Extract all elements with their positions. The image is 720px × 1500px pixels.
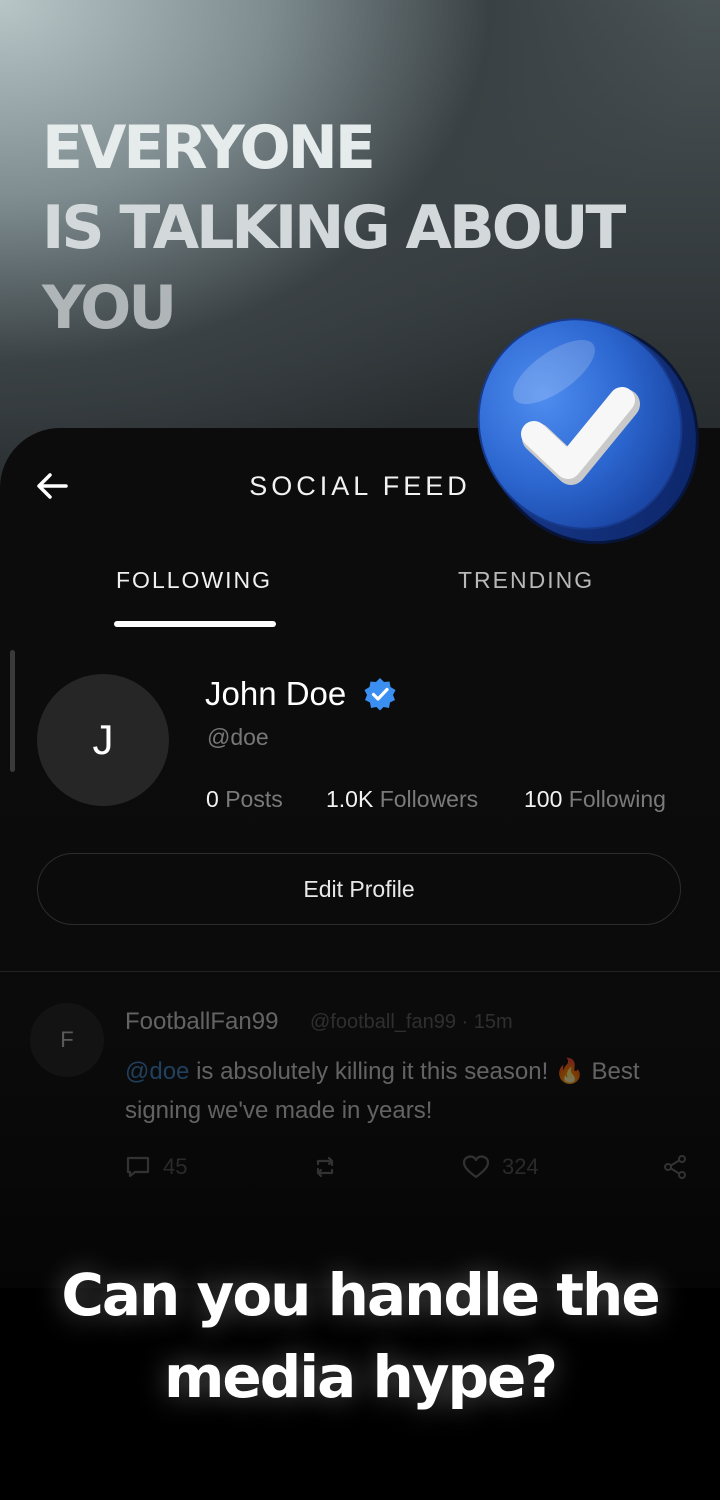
scrollbar[interactable] bbox=[10, 650, 15, 772]
tagline-line-2: media hype? bbox=[163, 1343, 558, 1411]
headline-line-1: EVERYONE bbox=[42, 113, 376, 183]
posts-label: Posts bbox=[225, 786, 283, 812]
post-text: is absolutely killing it this season! 🔥 … bbox=[125, 1058, 640, 1124]
following-label: Following bbox=[568, 786, 666, 812]
post-avatar-initial: F bbox=[60, 1027, 74, 1052]
headline-line-2: IS TALKING ABOUT bbox=[42, 193, 626, 263]
post-body: @doe is absolutely killing it this seaso… bbox=[125, 1052, 695, 1130]
repost-button[interactable] bbox=[312, 1154, 350, 1180]
app-screen-card: SOCIAL FEED FOLLOWING TRENDING J John Do… bbox=[0, 428, 720, 1288]
post-author-name[interactable]: FootballFan99 bbox=[125, 1008, 278, 1036]
post-author-avatar[interactable]: F bbox=[30, 1003, 104, 1077]
heart-icon bbox=[462, 1155, 490, 1179]
profile-handle: @doe bbox=[207, 724, 269, 750]
post-meta: @football_fan99 · 15m bbox=[310, 1011, 513, 1033]
reply-count: 45 bbox=[163, 1154, 188, 1179]
following-count: 100 bbox=[524, 786, 563, 812]
reply-button[interactable]: 45 bbox=[125, 1154, 187, 1180]
like-count: 324 bbox=[502, 1154, 539, 1179]
following-stat[interactable]: 100 Following bbox=[524, 783, 666, 815]
edit-profile-button[interactable]: Edit Profile bbox=[37, 853, 681, 925]
share-icon bbox=[664, 1155, 686, 1179]
posts-stat[interactable]: 0 Posts bbox=[206, 783, 283, 815]
share-button[interactable] bbox=[662, 1154, 700, 1180]
post-mention-link[interactable]: @doe bbox=[125, 1058, 189, 1085]
repost-icon bbox=[316, 1156, 334, 1178]
verified-badge-icon bbox=[364, 678, 396, 711]
followers-label: Followers bbox=[379, 786, 479, 812]
tagline-line-1: Can you handle the bbox=[61, 1261, 660, 1329]
active-tab-indicator bbox=[114, 621, 276, 627]
profile-avatar: J bbox=[37, 674, 169, 806]
verified-check-coin-icon bbox=[477, 318, 699, 545]
followers-count: 1.0K bbox=[326, 786, 374, 812]
tab-trending[interactable]: TRENDING bbox=[458, 564, 594, 596]
posts-count: 0 bbox=[206, 786, 219, 812]
avatar-initial: J bbox=[92, 716, 114, 763]
like-button[interactable]: 324 bbox=[462, 1154, 539, 1180]
profile-name: John Doe bbox=[205, 675, 347, 712]
followers-stat[interactable]: 1.0K Followers bbox=[326, 783, 478, 815]
comment-icon bbox=[126, 1156, 150, 1178]
tab-following[interactable]: FOLLOWING bbox=[116, 564, 272, 596]
feed-post[interactable]: F FootballFan99 @football_fan99 · 15m @d… bbox=[0, 972, 720, 1288]
promo-tagline: Can you handle the media hype? bbox=[0, 1254, 720, 1418]
profile-name-row: John Doe bbox=[205, 672, 398, 716]
